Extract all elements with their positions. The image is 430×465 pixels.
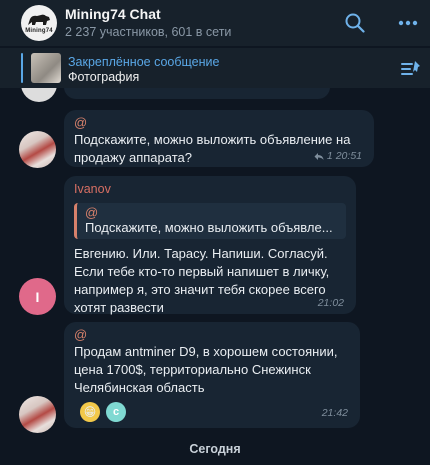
avatar-letter: I — [19, 278, 56, 315]
message-bubble[interactable]: Ivanov @ Подскажите, можно выложить объя… — [64, 176, 356, 315]
pinned-text: Фотография — [68, 70, 140, 84]
bear-logo-icon — [28, 14, 50, 25]
message-time: 20:51 — [335, 150, 362, 162]
sender-name[interactable]: Ivanov — [74, 182, 111, 196]
reply-quote[interactable]: @ Подскажите, можно выложить объявле... — [74, 203, 346, 239]
avatar-image — [19, 396, 56, 433]
chat-header[interactable]: Mining74 Mining74 Chat 2 237 участников,… — [0, 0, 430, 46]
quote-text: Подскажите, можно выложить объявле... — [85, 220, 333, 235]
mention-marker: @ — [74, 115, 88, 130]
avatar[interactable] — [19, 396, 56, 433]
date-separator: Сегодня — [189, 442, 241, 456]
avatar[interactable] — [19, 131, 56, 168]
message-time: 21:02 — [317, 297, 344, 309]
pinned-title: Закреплённое сообщение — [68, 55, 220, 69]
pinned-list-button[interactable] — [399, 56, 423, 80]
message-list[interactable]: @ Подскажите, можно выложить объявление … — [0, 88, 430, 465]
more-dots-icon — [398, 20, 418, 26]
pinned-indicator — [21, 53, 23, 83]
avatar-image — [19, 131, 56, 168]
message-meta: 21:02 — [318, 297, 344, 309]
reactions[interactable]: 😁 c — [80, 402, 126, 422]
message-bubble[interactable] — [64, 88, 330, 99]
message-bubble[interactable]: @ Продам antminer D9, в хорошем состояни… — [64, 322, 360, 428]
avatar[interactable] — [21, 88, 57, 102]
reply-icon — [314, 152, 324, 160]
more-button[interactable] — [397, 12, 419, 34]
quote-mention: @ — [85, 205, 99, 220]
message-bubble[interactable]: @ Подскажите, можно выложить объявление … — [64, 110, 374, 167]
message-text: Продам antminer D9, в хорошем состоянии,… — [74, 344, 338, 395]
pinned-photo-thumbnail — [31, 53, 61, 83]
message-text: Евгению. Или. Тарасу. Напиши. Согласуй. … — [74, 246, 330, 315]
message-meta: 21:42 — [322, 407, 348, 419]
chat-avatar[interactable]: Mining74 — [21, 5, 57, 41]
pinned-list-icon — [401, 61, 420, 75]
avatar-logo-text: Mining74 — [25, 27, 53, 34]
reaction-grin[interactable]: 😁 — [80, 402, 100, 422]
pinned-message-bar[interactable]: Закреплённое сообщение Фотография — [0, 48, 430, 88]
chat-title: Mining74 Chat — [65, 6, 161, 22]
message-time: 21:42 — [321, 407, 348, 419]
search-icon — [345, 13, 365, 33]
search-button[interactable] — [344, 12, 366, 34]
avatar[interactable]: I — [19, 278, 56, 315]
reply-count[interactable]: 1 — [327, 150, 333, 162]
mention-marker: @ — [74, 327, 88, 342]
chat-subtitle: 2 237 участников, 601 в сети — [65, 25, 232, 39]
message-meta: 1 20:51 — [314, 150, 362, 162]
reaction-avatar[interactable]: c — [106, 402, 126, 422]
